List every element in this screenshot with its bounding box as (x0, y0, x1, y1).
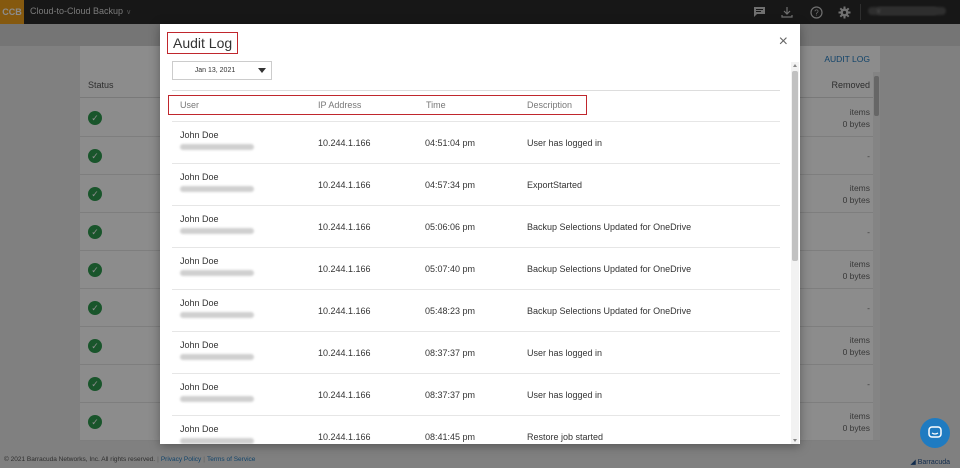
event-time: 05:06:06 pm (425, 222, 476, 232)
event-time: 04:57:34 pm (425, 180, 476, 190)
audit-log-row: John Doe 10.244.1.166 04:57:34 pm ExportSta… (172, 163, 780, 205)
ip-address: 10.244.1.166 (318, 222, 371, 232)
ip-address: 10.244.1.166 (318, 180, 371, 190)
user-email-redacted (180, 396, 254, 402)
event-time: 08:37:37 pm (425, 348, 476, 358)
user-name: John Doe (180, 298, 219, 308)
scrollbar-thumb[interactable] (792, 71, 798, 261)
ip-address: 10.244.1.166 (318, 432, 371, 442)
event-description: User has logged in (527, 390, 603, 400)
event-time: 05:07:40 pm (425, 264, 476, 274)
audit-log-row: John Doe 10.244.1.166 05:07:40 pm Backup Se… (172, 247, 780, 289)
support-chat-button[interactable] (920, 418, 950, 448)
ip-address: 10.244.1.166 (318, 264, 371, 274)
event-time: 05:48:23 pm (425, 306, 476, 316)
audit-log-row: John Doe 10.244.1.166 05:48:23 pm Backup Se… (172, 289, 780, 331)
event-description: Backup Selections Updated for OneDrive (527, 264, 692, 274)
chat-bubble-icon (928, 426, 942, 438)
user-name: John Doe (180, 214, 219, 224)
date-select[interactable]: Jan 13, 2021 (172, 61, 272, 80)
time-column-header[interactable]: Time (426, 100, 446, 110)
ip-address: 10.244.1.166 (318, 348, 371, 358)
audit-log-row: John Doe 10.244.1.166 05:06:06 pm Backup Se… (172, 205, 780, 247)
audit-log-row: John Doe 10.244.1.166 04:51:04 pm User has … (172, 121, 780, 163)
ip-address: 10.244.1.166 (318, 138, 371, 148)
user-name: John Doe (180, 256, 219, 266)
event-time: 04:51:04 pm (425, 138, 476, 148)
event-time: 08:37:37 pm (425, 390, 476, 400)
user-email-redacted (180, 144, 254, 150)
caret-down-icon (258, 68, 266, 73)
event-description: User has logged in (527, 138, 603, 148)
audit-log-row: John Doe 10.244.1.166 08:37:37 pm User has … (172, 331, 780, 373)
ip-column-header[interactable]: IP Address (318, 100, 361, 110)
audit-log-modal: Audit Log × Jan 13, 2021 User IP Address… (160, 24, 800, 444)
modal-title: Audit Log (167, 32, 239, 54)
user-name: John Doe (180, 172, 219, 182)
ip-address: 10.244.1.166 (318, 390, 371, 400)
date-value: Jan 13, 2021 (194, 67, 236, 74)
divider (172, 90, 780, 91)
user-column-header[interactable]: User (180, 100, 199, 110)
user-email-redacted (180, 354, 254, 360)
user-name: John Doe (180, 382, 219, 392)
event-description: User has logged in (527, 348, 603, 358)
modal-scrollbar[interactable] (791, 62, 799, 444)
user-email-redacted (180, 228, 254, 234)
audit-log-row: John Doe 10.244.1.166 08:41:45 pm Restore j… (172, 415, 780, 444)
description-column-header[interactable]: Description (527, 100, 572, 110)
user-name: John Doe (180, 130, 219, 140)
audit-log-row: John Doe 10.244.1.166 08:37:37 pm User has … (172, 373, 780, 415)
event-description: Backup Selections Updated for OneDrive (527, 306, 692, 316)
event-description: Backup Selections Updated for OneDrive (527, 222, 692, 232)
close-icon[interactable]: × (779, 33, 788, 51)
event-description: ExportStarted (527, 180, 583, 190)
user-email-redacted (180, 438, 254, 444)
user-name: John Doe (180, 424, 219, 434)
user-email-redacted (180, 186, 254, 192)
scroll-up-icon[interactable] (793, 64, 797, 67)
user-name: John Doe (180, 340, 219, 350)
ip-address: 10.244.1.166 (318, 306, 371, 316)
scroll-down-icon[interactable] (793, 439, 797, 442)
column-header-highlight (168, 95, 587, 115)
event-time: 08:41:45 pm (425, 432, 476, 442)
user-email-redacted (180, 270, 254, 276)
event-description: Restore job started (527, 432, 604, 442)
user-email-redacted (180, 312, 254, 318)
